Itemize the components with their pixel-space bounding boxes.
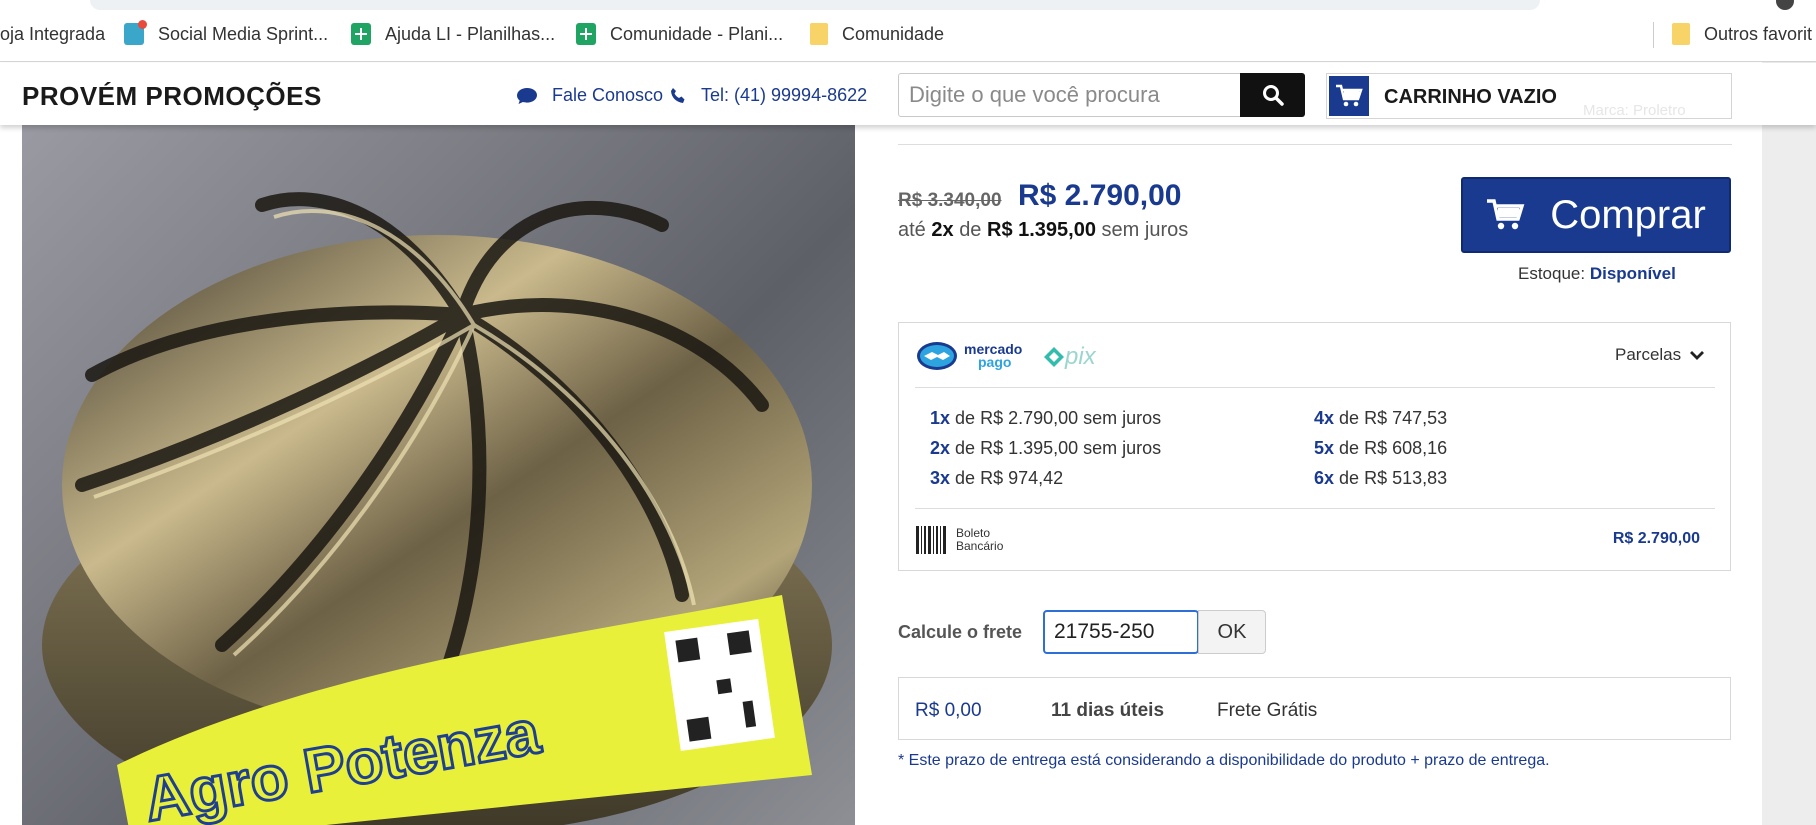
installment-count: 2x [931, 219, 954, 241]
mercadopago-logo: mercado pago [916, 341, 1022, 371]
phone-link[interactable]: Tel: (41) 99994-8622 [669, 85, 867, 106]
calculate-shipping-button[interactable]: OK [1198, 610, 1266, 654]
installment-mid: de [959, 219, 982, 241]
installment-count: 6x [1314, 468, 1335, 488]
installment-count: 4x [1314, 408, 1335, 428]
pix-label: pix [1065, 343, 1096, 370]
extension-icon[interactable] [1776, 0, 1794, 10]
shipping-note: * Este prazo de entrega está considerand… [898, 752, 1550, 769]
installment-value: R$ 1.395,00 [987, 219, 1096, 241]
boleto-option: Boleto Bancário [916, 526, 1003, 554]
chevron-down-icon [1690, 351, 1705, 360]
shipping-type: Frete Grátis [1217, 700, 1318, 721]
store-logo[interactable]: PROVÉM PROMOÇÕES [22, 81, 322, 112]
bookmark-label: Comunidade [842, 23, 945, 44]
installment-suffix: sem juros [1101, 219, 1189, 241]
bookmark-label: Social Media Sprint... [158, 23, 329, 44]
bookmark-social-media[interactable]: Social Media Sprint... [124, 20, 329, 46]
parcelas-label: Parcelas [1615, 345, 1682, 364]
installment-option: 3x de R$ 974,42 [930, 468, 1063, 489]
installment-summary: até 2x de R$ 1.395,00 sem juros [898, 219, 1188, 242]
installment-text: de R$ 974,42 [955, 468, 1064, 488]
boleto-price: R$ 2.790,00 [1612, 530, 1700, 547]
pix-icon [1044, 347, 1064, 367]
social-media-icon [124, 20, 147, 45]
phone-icon [671, 87, 685, 103]
shipping-price: R$ 0,00 [915, 700, 982, 721]
contact-link[interactable]: Fale Conosco [516, 85, 663, 106]
google-sheets-icon [351, 23, 371, 45]
buy-label: Comprar [1550, 192, 1706, 237]
cart-button[interactable]: CARRINHO VAZIO Marca: Proletro [1326, 73, 1732, 119]
installment-option: 2x de R$ 1.395,00 sem juros [930, 438, 1161, 459]
search-icon [1262, 85, 1284, 106]
installment-count: 1x [930, 408, 951, 428]
old-price: R$ 3.340,00 [898, 190, 1002, 211]
pix-logo: pix [1043, 343, 1096, 371]
chat-bubble-icon [517, 87, 537, 104]
stock-status: Estoque: Disponível [1518, 264, 1676, 284]
bookmark-label: Ajuda LI - Planilhas... [385, 23, 556, 44]
installment-text: de R$ 513,83 [1339, 468, 1448, 488]
installment-option: 4x de R$ 747,53 [1314, 408, 1447, 429]
cart-icon [1487, 199, 1525, 230]
cart-icon [1329, 76, 1369, 116]
stock-value: Disponível [1589, 264, 1676, 283]
parcelas-dropdown[interactable]: Parcelas [1615, 345, 1705, 365]
installment-count: 2x [930, 438, 951, 458]
shipping-label: Calcule o frete [898, 622, 1023, 642]
search-button[interactable] [1240, 73, 1305, 117]
bookmark-comunidade[interactable]: Comunidade [810, 22, 944, 46]
buy-button[interactable]: Comprar [1461, 177, 1731, 253]
impeller-illustration: Agro Potenza [42, 192, 832, 825]
google-sheets-icon [576, 23, 596, 45]
bookmark-outros-favoritos[interactable]: Outros favorit [1672, 22, 1812, 46]
handshake-icon [917, 342, 957, 370]
installment-option: 1x de R$ 2.790,00 sem juros [930, 408, 1161, 429]
bookmark-label: oja Integrada [0, 23, 106, 44]
stock-label: Estoque: [1518, 264, 1586, 283]
installment-text: de R$ 608,16 [1339, 438, 1448, 458]
installment-prefix: até [898, 219, 926, 241]
phone-label: Tel: (41) 99994-8622 [701, 85, 868, 105]
product-image[interactable]: Agro Potenza [22, 125, 855, 825]
installment-text: de R$ 1.395,00 sem juros [955, 438, 1162, 458]
installment-text: de R$ 2.790,00 sem juros [955, 408, 1162, 428]
shipping-result-row[interactable]: R$ 0,00 11 dias úteis Frete Grátis [898, 677, 1731, 740]
panel-divider [915, 508, 1715, 509]
contact-label: Fale Conosco [552, 85, 664, 105]
installment-count: 3x [930, 468, 951, 488]
bookmark-label: Comunidade - Plani... [610, 23, 784, 44]
bookmarks-divider [1653, 22, 1654, 48]
current-price: R$ 2.790,00 [1018, 179, 1182, 212]
address-bar[interactable] [90, 0, 1540, 10]
installment-option: 6x de R$ 513,83 [1314, 468, 1447, 489]
boleto-sublabel: Bancário [956, 539, 1004, 553]
payment-options-panel: mercado pago pix Parcelas 1x de R$ 2.790… [898, 322, 1731, 571]
site-header: PROVÉM PROMOÇÕES Fale Conosco Tel: (41) … [0, 63, 1816, 125]
brand-label-behind: Marca: Proletro [1583, 102, 1686, 119]
folder-icon [1672, 23, 1690, 45]
bookmark-comunidade-plani[interactable]: Comunidade - Plani... [576, 22, 783, 46]
barcode-icon [916, 526, 946, 554]
panel-divider [915, 387, 1715, 388]
cart-label: CARRINHO VAZIO [1384, 86, 1557, 108]
bookmark-ajuda-li[interactable]: Ajuda LI - Planilhas... [351, 22, 555, 46]
installment-count: 5x [1314, 438, 1335, 458]
bookmark-label: Outros favorit [1704, 23, 1813, 44]
installment-text: de R$ 747,53 [1339, 408, 1448, 428]
mercadopago-subtext: pago [978, 354, 1012, 370]
folder-icon [810, 23, 828, 45]
page-gutter [1762, 62, 1816, 825]
bookmarks-bar: oja Integrada Social Media Sprint... Aju… [0, 0, 1816, 62]
section-divider [898, 144, 1732, 145]
installment-option: 5x de R$ 608,16 [1314, 438, 1447, 459]
bookmark-loja-integrada[interactable]: oja Integrada [0, 22, 105, 46]
shipping-days: 11 dias úteis [1051, 700, 1165, 721]
search-input[interactable] [898, 73, 1245, 117]
cep-input[interactable] [1043, 610, 1199, 654]
